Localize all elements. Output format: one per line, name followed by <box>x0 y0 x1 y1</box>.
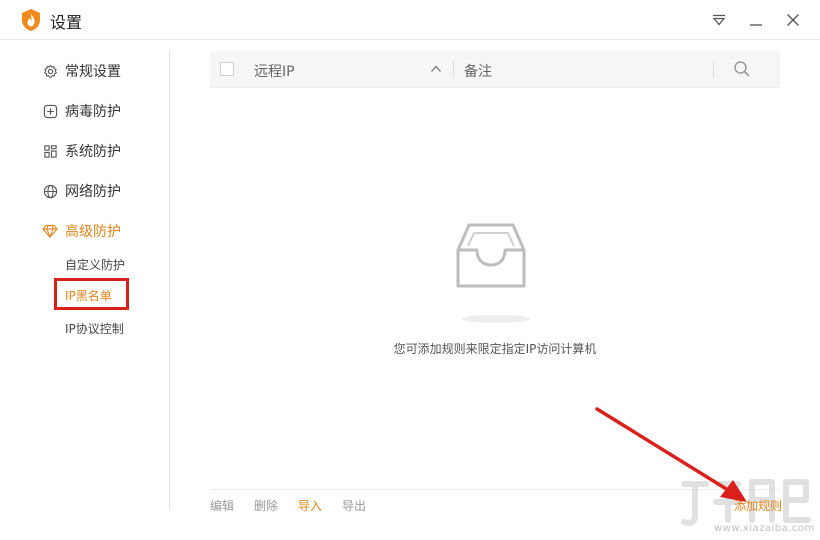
empty-inbox-icon <box>456 223 526 288</box>
empty-icon-shadow <box>462 315 530 323</box>
sidebar-item-label: 网络防护 <box>65 184 121 200</box>
sidebar-item-label: 高级防护 <box>65 224 121 240</box>
close-icon[interactable] <box>781 8 805 32</box>
sidebar-item-network[interactable]: 网络防护 <box>42 180 121 202</box>
diamond-icon <box>42 223 58 239</box>
sidebar-divider <box>169 50 170 510</box>
sidebar-item-label: 病毒防护 <box>65 104 121 120</box>
subnav-custom-protection[interactable]: 自定义防护 <box>65 256 125 274</box>
add-rule-button[interactable]: 添加规则 <box>734 497 782 514</box>
sidebar-item-label: 系统防护 <box>65 144 121 160</box>
edit-button[interactable]: 编辑 <box>210 497 234 514</box>
minimize-icon[interactable] <box>744 8 768 32</box>
watermark-text: www.xiazaiba.com <box>714 523 815 534</box>
column-header-note: 备注 <box>464 64 492 80</box>
shield-flame-icon <box>22 9 40 31</box>
gear-icon <box>42 63 58 79</box>
column-divider <box>453 61 454 78</box>
subnav-ip-protocol[interactable]: IP协议控制 <box>65 320 124 338</box>
search-icon[interactable] <box>733 60 751 78</box>
sidebar-item-label: 常规设置 <box>65 64 121 80</box>
table-header: 远程IP 备注 <box>210 51 780 88</box>
sidebar-item-advanced[interactable]: 高级防护 <box>42 220 121 242</box>
footer-divider <box>210 489 780 490</box>
column-divider <box>713 61 714 78</box>
column-header-remote-ip[interactable]: 远程IP <box>254 61 295 81</box>
sort-asc-icon[interactable] <box>430 63 442 75</box>
window-title: 设置 <box>50 13 83 32</box>
plus-square-icon <box>42 103 58 119</box>
sidebar-item-general[interactable]: 常规设置 <box>42 60 121 82</box>
subnav-ip-blacklist[interactable]: IP黑名单 <box>65 287 112 305</box>
title-bar: 设置 <box>0 0 820 40</box>
empty-state-message: 您可添加规则来限定指定IP访问计算机 <box>393 342 597 356</box>
select-all-checkbox[interactable] <box>220 62 234 76</box>
sidebar-item-system[interactable]: 系统防护 <box>42 140 121 162</box>
delete-button[interactable]: 删除 <box>254 497 278 514</box>
export-button[interactable]: 导出 <box>342 497 366 514</box>
menu-icon[interactable] <box>707 8 731 32</box>
sidebar-item-virus[interactable]: 病毒防护 <box>42 100 121 122</box>
grid-icon <box>42 143 58 159</box>
globe-icon <box>42 183 58 199</box>
import-button[interactable]: 导入 <box>298 497 322 514</box>
